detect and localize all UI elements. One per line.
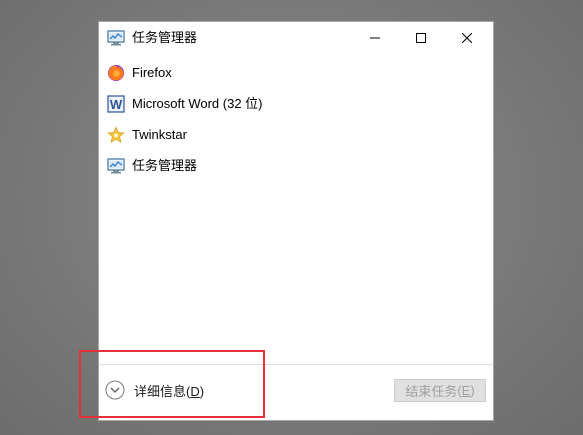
task-label: Twinkstar (132, 127, 187, 142)
firefox-icon (108, 65, 124, 81)
title-bar[interactable]: 任务管理器 (99, 22, 493, 54)
list-item[interactable]: W Microsoft Word (32 位) (99, 90, 493, 121)
task-list: Firefox W Microsoft Word (32 位) Twinksta… (99, 59, 493, 183)
close-icon (462, 33, 472, 43)
task-label: 任务管理器 (132, 158, 198, 173)
end-task-button[interactable]: 结束任务(E) (394, 379, 486, 402)
task-label: Microsoft Word (32 位) (132, 96, 263, 111)
twinkstar-icon (107, 126, 125, 144)
close-button[interactable] (444, 22, 490, 54)
highlight-box (79, 350, 265, 418)
maximize-button[interactable] (398, 22, 444, 54)
minimize-icon (370, 37, 380, 39)
maximize-icon (416, 33, 426, 43)
task-manager-icon (107, 30, 125, 46)
task-manager-icon (107, 158, 125, 174)
svg-text:W: W (110, 97, 123, 112)
window-title: 任务管理器 (132, 30, 198, 45)
minimize-button[interactable] (352, 22, 398, 54)
end-task-access-key: E (461, 383, 471, 398)
list-item[interactable]: Firefox (99, 59, 493, 90)
end-task-text: 结束任务 (405, 384, 458, 399)
word-icon: W (107, 95, 125, 113)
task-label: Firefox (132, 65, 172, 80)
list-item[interactable]: 任务管理器 (99, 152, 493, 183)
list-item[interactable]: Twinkstar (99, 121, 493, 152)
